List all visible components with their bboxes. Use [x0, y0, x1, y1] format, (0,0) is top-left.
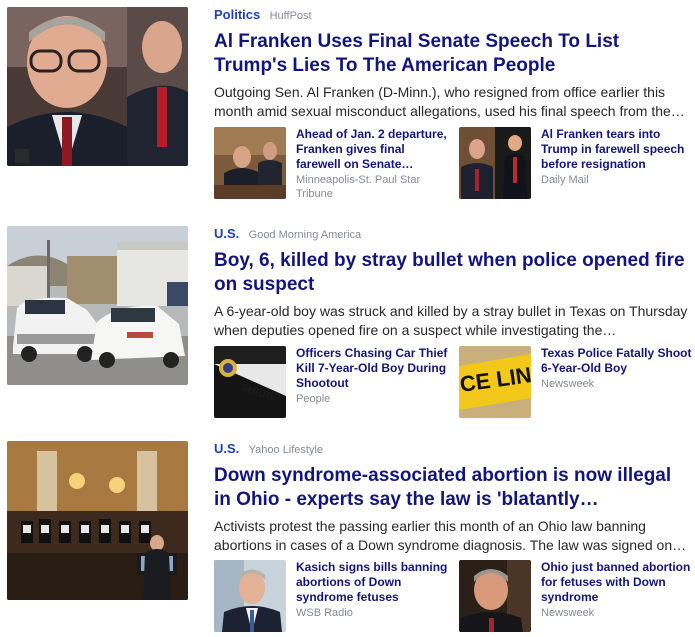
story-thumbnail[interactable]	[7, 226, 188, 385]
related-story[interactable]: Ahead of Jan. 2 departure, Franken gives…	[214, 127, 450, 201]
story-card[interactable]: U.S. Yahoo Lifestyle Down syndrome-assoc…	[0, 440, 695, 637]
related-thumbnail[interactable]	[459, 127, 531, 199]
story-thumbnail[interactable]	[7, 7, 188, 166]
source-label: Yahoo Lifestyle	[248, 444, 324, 456]
story-headline[interactable]: Boy, 6, killed by stray bullet when poli…	[214, 249, 692, 297]
related-text: Ahead of Jan. 2 departure, Franken gives…	[296, 127, 452, 201]
police-tape-image: CE LINE	[459, 346, 531, 418]
related-source: Minneapolis-St. Paul Star Tribune	[296, 174, 421, 200]
related-title[interactable]: Ohio just banned abortion for fetuses wi…	[541, 560, 695, 605]
related-text: Texas Police Fatally Shoot 6-Year-Old Bo…	[541, 346, 695, 391]
related-source: Newsweek	[541, 607, 595, 619]
related-title[interactable]: Texas Police Fatally Shoot 6-Year-Old Bo…	[541, 346, 695, 376]
related-text: Kasich signs bills banning abortions of …	[296, 560, 452, 620]
story-card[interactable]: Politics HuffPost Al Franken Uses Final …	[0, 0, 695, 210]
related-thumbnail[interactable]	[214, 127, 286, 199]
related-thumbnail[interactable]: CE LINE	[459, 346, 531, 418]
senate-floor-image	[214, 127, 286, 199]
police-cars-image	[7, 226, 188, 385]
story-meta: U.S. Yahoo Lifestyle	[214, 441, 692, 458]
sheriff-car-image: SHERIF	[214, 346, 286, 418]
story-meta: Politics HuffPost	[214, 7, 692, 24]
source-label: Good Morning America	[248, 229, 362, 241]
source-label: HuffPost	[269, 10, 312, 22]
story-summary: Activists protest the passing earlier th…	[214, 518, 687, 553]
related-story[interactable]: Kasich signs bills banning abortions of …	[214, 560, 450, 634]
related-story[interactable]: SHERIF Officers Chasing Car Thief Kill 7…	[214, 346, 450, 420]
category-link[interactable]: U.S.	[214, 441, 239, 456]
related-source: Newsweek	[541, 378, 595, 390]
story-thumbnail[interactable]	[7, 441, 188, 600]
kasich-speaking-image	[459, 560, 531, 632]
related-thumbnail[interactable]	[459, 560, 531, 632]
franken-speech-image	[7, 7, 188, 166]
story-headline[interactable]: Down syndrome-associated abortion is now…	[214, 464, 692, 512]
related-thumbnail[interactable]: SHERIF	[214, 346, 286, 418]
related-story[interactable]: Ohio just banned abortion for fetuses wi…	[459, 560, 695, 634]
related-title[interactable]: Kasich signs bills banning abortions of …	[296, 560, 452, 605]
category-link[interactable]: U.S.	[214, 226, 239, 241]
kasich-image	[214, 560, 286, 632]
related-story[interactable]: CE LINE Texas Police Fatally Shoot 6-Yea…	[459, 346, 695, 420]
story-summary: A 6-year-old boy was struck and killed b…	[214, 303, 688, 338]
story-card[interactable]: U.S. Good Morning America Boy, 6, killed…	[0, 220, 695, 430]
related-source: Daily Mail	[541, 174, 589, 186]
related-source: WSB Radio	[296, 607, 353, 619]
related-title[interactable]: Al Franken tears into Trump in farewell …	[541, 127, 695, 172]
story-content: U.S. Good Morning America Boy, 6, killed…	[214, 226, 692, 340]
related-source: People	[296, 393, 331, 405]
category-link[interactable]: Politics	[214, 7, 260, 22]
related-story[interactable]: Al Franken tears into Trump in farewell …	[459, 127, 695, 201]
protest-chamber-image	[7, 441, 188, 600]
story-meta: U.S. Good Morning America	[214, 226, 692, 243]
related-text: Ohio just banned abortion for fetuses wi…	[541, 560, 695, 620]
related-thumbnail[interactable]	[214, 560, 286, 632]
related-text: Officers Chasing Car Thief Kill 7-Year-O…	[296, 346, 452, 406]
story-content: U.S. Yahoo Lifestyle Down syndrome-assoc…	[214, 441, 692, 555]
story-summary: Outgoing Sen. Al Franken (D-Minn.), who …	[214, 84, 685, 119]
story-content: Politics HuffPost Al Franken Uses Final …	[214, 7, 692, 121]
story-headline[interactable]: Al Franken Uses Final Senate Speech To L…	[214, 30, 692, 78]
related-title[interactable]: Ahead of Jan. 2 departure, Franken gives…	[296, 127, 452, 172]
franken-trump-image	[459, 127, 531, 199]
related-title[interactable]: Officers Chasing Car Thief Kill 7-Year-O…	[296, 346, 452, 391]
related-text: Al Franken tears into Trump in farewell …	[541, 127, 695, 187]
